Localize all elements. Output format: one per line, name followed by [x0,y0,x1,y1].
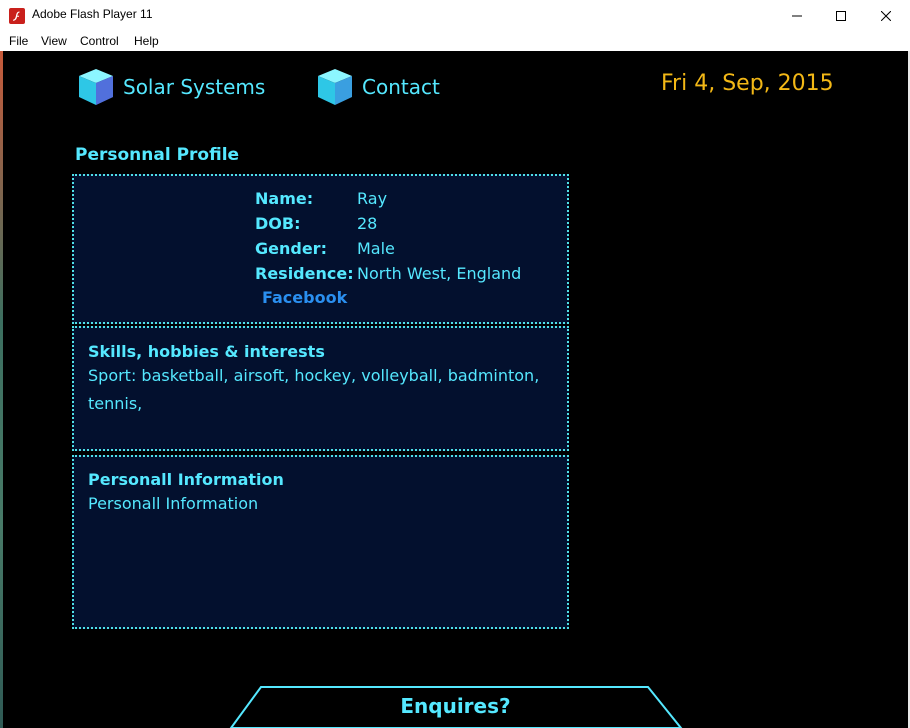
info-panel: Personall Information Personall Informat… [72,455,569,629]
title-bar: Adobe Flash Player 11 [0,0,910,31]
gender-label: Gender: [255,239,327,258]
menu-view[interactable]: View [41,34,67,48]
flash-stage: Solar Systems Contact Fri 4, Sep, 2015 P… [3,51,908,728]
window-title: Adobe Flash Player 11 [32,7,153,21]
menu-help[interactable]: Help [134,34,159,48]
info-text: Personall Information [88,494,259,513]
cube-icon [318,69,352,105]
page-title: Personnal Profile [75,145,240,165]
skills-panel: Skills, hobbies & interests Sport: baske… [72,326,569,451]
date-display: Fri 4, Sep, 2015 [661,71,834,96]
nav-solar-systems-label: Solar Systems [123,75,266,99]
residence-label: Residence: [255,264,354,283]
dob-label: DOB: [255,214,301,233]
nav-contact-label: Contact [362,75,440,99]
nav-solar-systems[interactable]: Solar Systems [75,67,265,107]
dob-value: 28 [357,214,378,233]
facebook-link[interactable]: Facebook [262,288,347,307]
profile-panel: Name: Ray DOB: 28 Gender: Male Residence… [72,174,569,324]
minimize-button[interactable] [774,0,820,31]
residence-value: North West, England [357,264,522,283]
cube-icon [79,69,113,105]
skills-heading: Skills, hobbies & interests [88,342,325,361]
close-icon [881,10,891,21]
enquire-button[interactable]: Enquires? [3,694,908,718]
nav-contact[interactable]: Contact [314,67,440,107]
close-button[interactable] [863,0,909,31]
menu-bar: File View Control Help [0,31,910,51]
gender-value: Male [357,239,395,258]
name-label: Name: [255,189,314,208]
maximize-icon [836,10,846,21]
minimize-icon [792,15,802,16]
maximize-button[interactable] [818,0,864,31]
menu-file[interactable]: File [9,34,28,48]
flash-icon [9,8,25,24]
menu-control[interactable]: Control [80,34,119,48]
info-heading: Personall Information [88,470,284,489]
skills-text: Sport: basketball, airsoft, hockey, voll… [88,366,540,413]
name-value: Ray [357,189,388,208]
